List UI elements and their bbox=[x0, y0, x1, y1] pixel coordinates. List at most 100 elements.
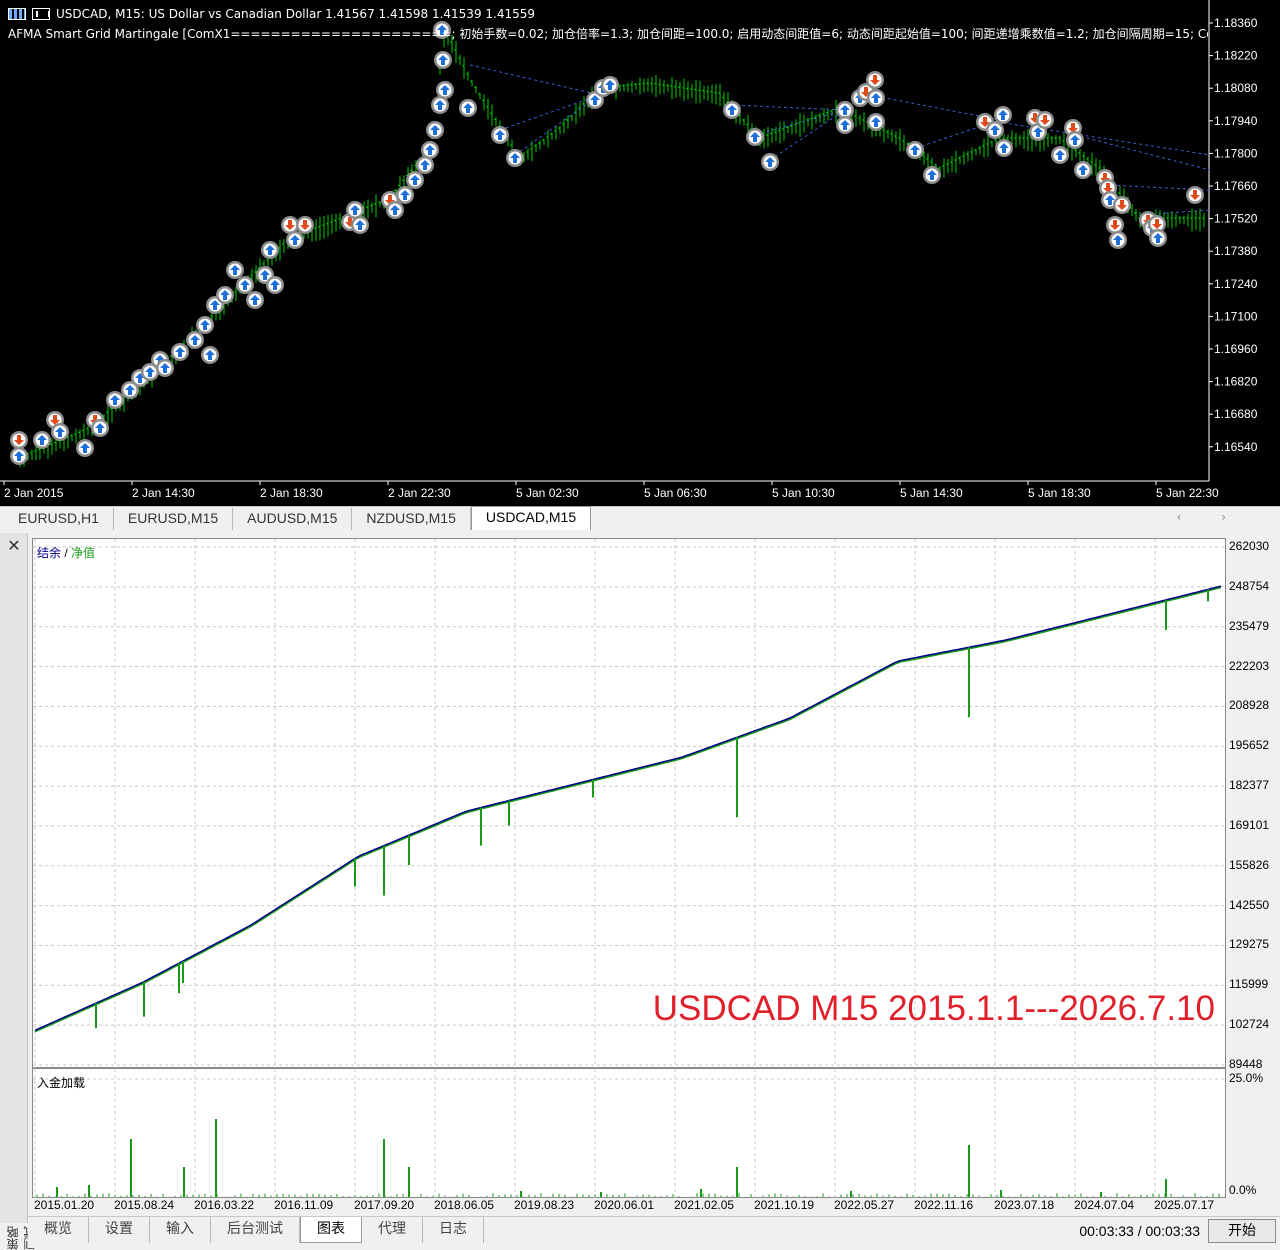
price-chart-canvas: 1.18360 1.18220 1.18080 1.17940 1.17800 1.176… bbox=[0, 0, 1258, 500]
grid-link bbox=[769, 109, 846, 161]
buy-arrow-icon bbox=[867, 113, 885, 131]
buy-arrow-icon bbox=[266, 276, 284, 294]
tester-x-tick-label: 2022.11.16 bbox=[914, 1198, 974, 1212]
price-y-tick-label: 1.17940 bbox=[1214, 114, 1258, 128]
price-x-tick-label: 2 Jan 18:30 bbox=[260, 486, 323, 500]
tester-tab-1[interactable]: 设置 bbox=[89, 1217, 150, 1243]
price-y-tick-label: 1.18220 bbox=[1214, 49, 1258, 63]
buy-arrow-icon bbox=[906, 141, 924, 159]
legend-separator: / bbox=[61, 546, 72, 560]
buy-arrow-icon bbox=[421, 141, 439, 159]
buy-arrow-icon bbox=[426, 121, 444, 139]
buy-arrow-icon bbox=[76, 439, 94, 457]
tester-x-tick-label: 2020.06.01 bbox=[594, 1198, 655, 1212]
balance-y-tick-label: 129275 bbox=[1229, 937, 1270, 952]
tester-x-tick-label: 2023.07.18 bbox=[994, 1198, 1055, 1212]
grid-link bbox=[469, 64, 601, 96]
buy-arrow-icon bbox=[923, 166, 941, 184]
tester-x-tick-label: 2021.02.05 bbox=[674, 1198, 735, 1212]
sell-arrow-icon bbox=[10, 431, 28, 449]
buy-arrow-icon bbox=[396, 186, 414, 204]
tester-tab-0[interactable]: 概览 bbox=[28, 1217, 89, 1243]
buy-arrow-icon bbox=[286, 231, 304, 249]
buy-arrow-icon bbox=[867, 89, 885, 107]
tester-tab-5[interactable]: 代理 bbox=[362, 1217, 423, 1243]
price-y-tick-label: 1.16960 bbox=[1214, 342, 1258, 356]
buy-arrow-icon bbox=[91, 419, 109, 437]
balance-y-tick-label: 142550 bbox=[1229, 897, 1270, 912]
price-y-tick-label: 1.17520 bbox=[1214, 212, 1258, 226]
tester-tab-3[interactable]: 后台测试 bbox=[211, 1217, 300, 1243]
price-x-tick-label: 5 Jan 22:30 bbox=[1156, 486, 1219, 500]
tab-scroll-arrows[interactable]: ‹ › bbox=[1177, 510, 1244, 524]
candle-icon[interactable] bbox=[32, 8, 50, 20]
price-y-tick-label: 1.18360 bbox=[1214, 16, 1258, 30]
price-x-tick-label: 5 Jan 10:30 bbox=[772, 486, 835, 500]
tester-x-tick-label: 2024.07.04 bbox=[1074, 1198, 1135, 1212]
balance-y-tick-label: 102724 bbox=[1229, 1017, 1270, 1032]
load-y-tick-label: 0.0% bbox=[1229, 1183, 1257, 1197]
balance-y-tick-label: 248754 bbox=[1229, 578, 1270, 593]
buy-arrow-icon bbox=[106, 391, 124, 409]
grid-links bbox=[469, 64, 1211, 216]
symbol-tab-eurusd-h1[interactable]: EURUSD,H1 bbox=[4, 508, 114, 530]
balance-line bbox=[34, 585, 1222, 1031]
buy-arrow-icon bbox=[436, 81, 454, 99]
tester-tab-4[interactable]: 图表 bbox=[300, 1217, 362, 1243]
symbol-tab-nzdusd-m15[interactable]: NZDUSD,M15 bbox=[352, 508, 471, 530]
equity-line bbox=[34, 586, 1222, 1033]
price-y-tick-label: 1.17800 bbox=[1214, 146, 1258, 160]
close-icon[interactable]: ✕ bbox=[6, 537, 22, 555]
buy-arrow-icon bbox=[491, 126, 509, 144]
load-y-tick-label: 25.0% bbox=[1229, 1071, 1264, 1085]
buy-arrow-icon bbox=[386, 201, 404, 219]
price-y-tick-label: 1.16820 bbox=[1214, 375, 1258, 389]
price-y-tick-label: 1.17100 bbox=[1214, 309, 1258, 323]
tester-x-tick-label: 2015.08.24 bbox=[114, 1198, 175, 1212]
balance-y-tick-label: 195652 bbox=[1229, 738, 1270, 753]
strategy-tester-panel: ✕ 策略测试 结余 / 净值 USDCAD M15 2015.1.1---202… bbox=[0, 533, 1280, 1250]
sell-arrow-icon bbox=[1113, 196, 1131, 214]
buy-arrow-icon bbox=[1109, 231, 1127, 249]
symbol-tab-audusd-m15[interactable]: AUDUSD,M15 bbox=[233, 508, 353, 530]
symbol-tab-usdcad-m15[interactable]: USDCAD,M15 bbox=[470, 506, 592, 530]
tester-tab-6[interactable]: 日志 bbox=[423, 1217, 484, 1243]
balance-y-tick-label: 89448 bbox=[1229, 1057, 1263, 1071]
buy-arrow-icon bbox=[51, 423, 69, 441]
ea-parameters-text: AFMA Smart Grid Martingale [ComX1=======… bbox=[8, 27, 1208, 41]
balance-y-tick-label: 222203 bbox=[1229, 658, 1270, 673]
buy-arrow-icon bbox=[10, 447, 28, 465]
price-x-tick-label: 2 Jan 14:30 bbox=[132, 486, 195, 500]
trade-markers bbox=[10, 21, 1204, 465]
buy-arrow-icon bbox=[1074, 161, 1092, 179]
tester-x-tick-label: 2015.01.20 bbox=[34, 1198, 95, 1212]
price-y-tick-label: 1.16540 bbox=[1214, 440, 1258, 454]
chart-type-icon[interactable] bbox=[8, 8, 26, 20]
balance-chart[interactable]: 结余 / 净值 USDCAD M15 2015.1.1---2026.7.10 bbox=[32, 538, 1227, 1069]
tester-x-tick-label: 2018.06.05 bbox=[434, 1198, 495, 1212]
start-button[interactable]: 开始 bbox=[1208, 1219, 1276, 1243]
buy-arrow-icon bbox=[601, 76, 619, 94]
buy-arrow-icon bbox=[995, 139, 1013, 157]
buy-arrow-icon bbox=[156, 359, 174, 377]
buy-arrow-icon bbox=[171, 343, 189, 361]
buy-arrow-icon bbox=[434, 51, 452, 69]
price-x-tick-label: 5 Jan 06:30 bbox=[644, 486, 707, 500]
legend-balance: 结余 bbox=[37, 546, 62, 560]
buy-arrow-icon bbox=[186, 331, 204, 349]
buy-arrow-icon bbox=[459, 99, 477, 117]
price-chart[interactable]: 1.18360 1.18220 1.18080 1.17940 1.17800 1.176… bbox=[0, 0, 1280, 506]
balance-y-tick-label: 115999 bbox=[1229, 977, 1269, 992]
price-y-tick-label: 1.17660 bbox=[1214, 179, 1258, 193]
deposit-load-chart[interactable]: 入金加载 bbox=[32, 1068, 1227, 1199]
price-y-tick-label: 1.17380 bbox=[1214, 244, 1258, 258]
deposit-load-title: 入金加载 bbox=[37, 1076, 86, 1090]
tester-tab-2[interactable]: 输入 bbox=[150, 1217, 211, 1243]
buy-arrow-icon bbox=[351, 216, 369, 234]
buy-arrow-icon bbox=[216, 286, 234, 304]
balance-y-tick-label: 155826 bbox=[1229, 857, 1270, 872]
symbol-tab-eurusd-m15[interactable]: EURUSD,M15 bbox=[114, 508, 234, 530]
chart-symbol-header: USDCAD, M15: US Dollar vs Canadian Dolla… bbox=[8, 7, 535, 21]
buy-arrow-icon bbox=[236, 276, 254, 294]
buy-arrow-icon bbox=[723, 101, 741, 119]
